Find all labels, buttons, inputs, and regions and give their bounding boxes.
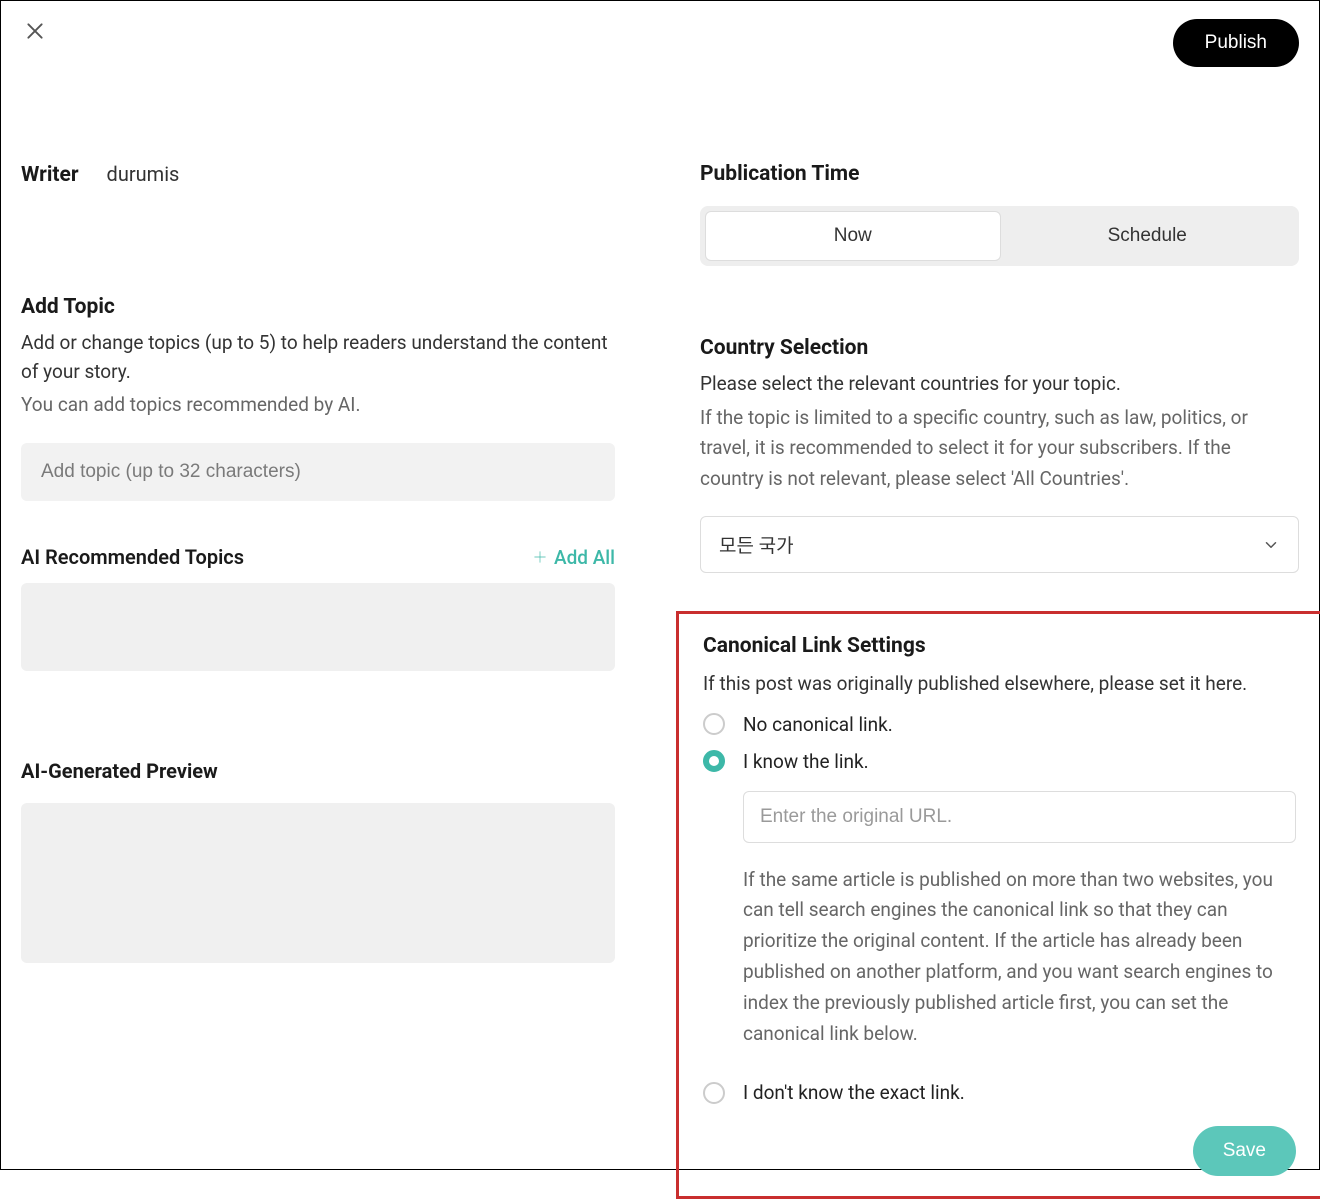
publish-button[interactable]: Publish (1173, 19, 1299, 67)
radio-no-canonical[interactable]: No canonical link. (703, 713, 1296, 736)
writer-label: Writer (21, 163, 79, 187)
country-select[interactable]: 모든 국가 (700, 516, 1299, 573)
radio-icon-selected (703, 750, 725, 772)
canonical-title: Canonical Link Settings (703, 634, 1296, 658)
now-button[interactable]: Now (705, 211, 1001, 261)
country-title: Country Selection (700, 336, 1299, 360)
radio-icon (703, 713, 725, 735)
ai-recommended-title: AI Recommended Topics (21, 545, 244, 569)
add-topic-desc: Add or change topics (up to 5) to help r… (21, 329, 615, 386)
writer-name: durumis (107, 162, 180, 186)
country-desc2: If the topic is limited to a specific co… (700, 403, 1299, 494)
canonical-link-section: Canonical Link Settings If this post was… (676, 611, 1320, 1199)
save-button[interactable]: Save (1193, 1126, 1296, 1176)
country-selected-value: 모든 국가 (719, 531, 794, 558)
radio-know-link[interactable]: I know the link. (703, 750, 1296, 773)
add-all-label: Add All (554, 546, 615, 569)
publication-time-title: Publication Time (700, 162, 1299, 186)
add-topic-title: Add Topic (21, 295, 615, 319)
publication-time-toggle: Now Schedule (700, 206, 1299, 266)
radio-icon (703, 1082, 725, 1104)
canonical-desc: If this post was originally published el… (703, 670, 1296, 699)
radio-label-know: I know the link. (743, 750, 869, 773)
plus-icon (532, 549, 548, 565)
close-icon[interactable] (25, 21, 45, 41)
add-all-button[interactable]: Add All (532, 546, 615, 569)
canonical-explain: If the same article is published on more… (743, 865, 1296, 1050)
ai-preview-box (21, 803, 615, 963)
add-topic-hint: You can add topics recommended by AI. (21, 390, 615, 419)
chevron-down-icon (1262, 536, 1280, 554)
radio-label-unknown: I don't know the exact link. (743, 1081, 965, 1104)
topic-input[interactable] (21, 443, 615, 501)
radio-label-none: No canonical link. (743, 713, 893, 736)
ai-recommended-box (21, 583, 615, 671)
country-desc1: Please select the relevant countries for… (700, 372, 1299, 395)
radio-unknown-link[interactable]: I don't know the exact link. (703, 1081, 1296, 1104)
schedule-button[interactable]: Schedule (1001, 211, 1295, 261)
ai-preview-title: AI-Generated Preview (21, 759, 615, 783)
canonical-url-input[interactable] (743, 791, 1296, 843)
